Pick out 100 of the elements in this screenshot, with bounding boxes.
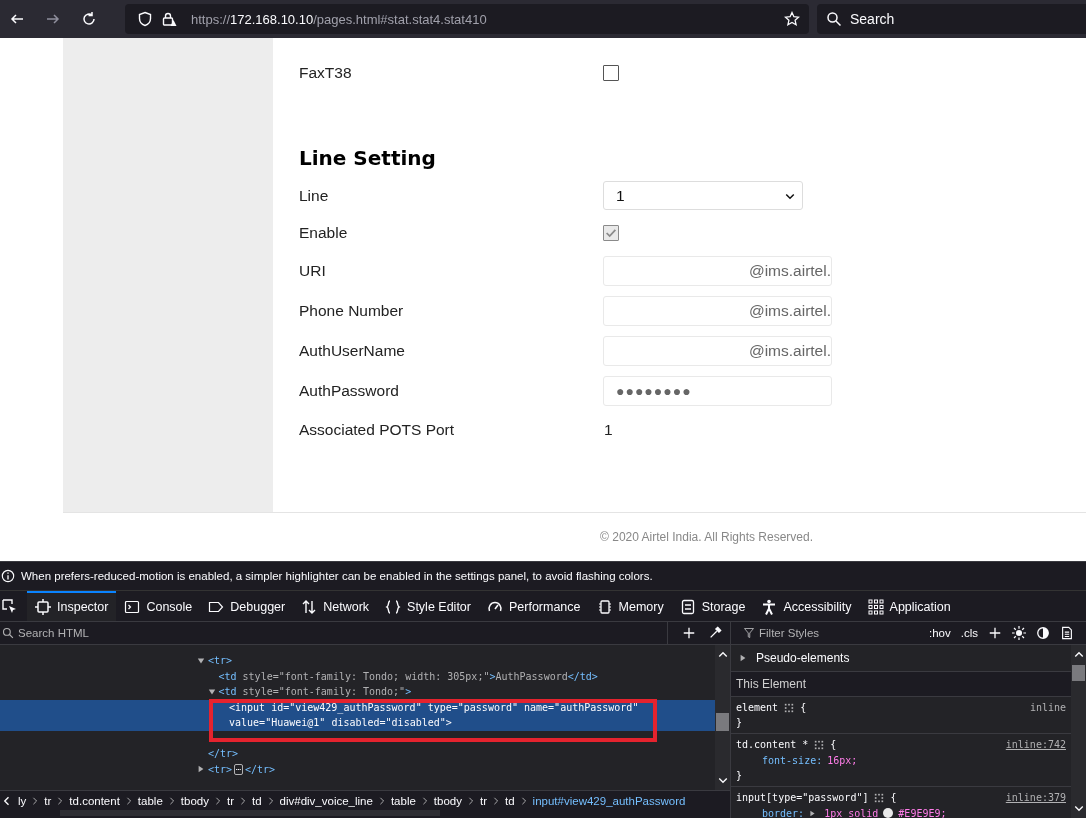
breadcrumb[interactable]: td [251,794,262,807]
separator-icon [213,795,222,806]
field-label: FaxT38 [299,64,353,82]
breadcrumb[interactable]: tr [226,794,234,807]
tag-icon [208,599,225,615]
section-toggle[interactable]: Pseudo-elements [756,651,850,665]
url-text[interactable]: 172.168.10.10 [230,11,314,27]
breadcrumb[interactable]: table [390,794,416,807]
sun-icon[interactable] [1012,626,1026,640]
scrollbar[interactable] [715,645,730,790]
url-text[interactable]: /pages.html#stat.stat4.stat410 [313,11,487,27]
breadcrumb[interactable]: ly [18,794,27,807]
search-field[interactable]: Search HTML [0,622,668,644]
add-node-icon[interactable] [682,626,696,640]
source-link[interactable]: inline:742 [1005,739,1066,750]
devtools-tab[interactable]: Style Editor [377,591,479,621]
grid-icon[interactable] [784,702,795,713]
field-label: AuthPassword [299,382,400,400]
devtools-tab[interactable]: Performance [478,591,589,621]
console-icon [124,599,141,615]
lock-warning-icon[interactable] [161,11,177,27]
expanded-arrow-icon[interactable] [207,687,216,696]
markup-line[interactable]: <td style="font-family: Tondo;"> [218,686,412,698]
separator-icon [492,795,500,806]
collapsed-badge[interactable]: ⋯ [234,763,243,775]
search-icon [826,11,842,27]
password-field[interactable]: ●●●●●●●● [603,376,832,406]
expand-arrow-icon[interactable] [809,809,817,817]
separator-icon [420,795,429,806]
document-icon[interactable] [1060,626,1074,640]
section-title: This Element [736,677,807,691]
breadcrumb[interactable]: tr [44,794,52,807]
markup-line[interactable]: <tr> [208,763,233,775]
chip-icon [596,599,613,615]
contrast-icon[interactable] [1036,626,1050,640]
filter-field[interactable]: Filter Styles [741,622,919,644]
text-field[interactable]: @ims.airtel. [603,296,832,326]
field-label: Enable [299,223,349,242]
devtools-tab[interactable]: Storage [671,591,754,621]
add-rule-icon[interactable] [988,626,1002,640]
checkbox[interactable] [603,65,619,81]
css-property: border: [762,807,805,818]
css-brace: } [736,770,743,781]
info-icon [1,569,15,583]
element-picker-icon[interactable] [1,598,17,614]
collapsed-arrow-icon[interactable] [739,654,747,662]
collapsed-arrow-icon[interactable] [197,765,205,774]
copyright-text: © 2020 Airtel India. All Rights Reserved. [600,530,813,544]
breadcrumb[interactable]: div#div_voice_line [279,794,373,807]
arrows-icon [301,599,318,615]
url-text[interactable]: https:// [191,11,231,27]
css-value: 1px solid [824,807,879,818]
expanded-arrow-icon[interactable] [197,656,205,665]
devtools-tab[interactable]: Network [293,591,378,621]
color-swatch[interactable] [883,808,894,818]
text-field[interactable]: @ims.airtel. [603,336,832,366]
separator-icon [167,795,176,806]
css-brace: { [890,792,897,803]
markup-line[interactable]: <td style="font-family: Tondo; width: 305px;">AuthPassword</td> [218,670,598,682]
grid-icon[interactable] [814,739,825,750]
source-link[interactable]: inline [1029,702,1066,713]
separator-icon [377,795,386,806]
reload-icon[interactable] [81,11,97,27]
breadcrumb[interactable]: tbody [433,794,462,807]
scroll-thumb[interactable] [716,713,729,731]
devtools-tab[interactable]: Application [859,591,959,621]
devtools-tab[interactable]: Memory [588,591,672,621]
breadcrumb[interactable]: input#view429_authPassword [532,794,686,807]
scrollbar[interactable] [1071,645,1086,818]
search-field[interactable]: Search [817,4,1086,34]
breadcrumb[interactable]: table [137,794,163,807]
breadcrumb[interactable]: tbody [180,794,209,807]
devtools-tab[interactable]: Accessibility [753,591,860,621]
grid-icon[interactable] [874,792,885,803]
scroll-thumb[interactable] [1072,665,1085,681]
text-field[interactable]: @ims.airtel. [603,256,832,286]
bookmark-star-icon[interactable] [784,11,800,27]
css-selector: element [736,702,779,713]
markup-line[interactable]: </tr> [208,748,239,760]
markup-line[interactable]: <tr> [208,655,233,667]
css-brace: } [736,717,743,728]
breadcrumb[interactable]: tr [480,794,487,807]
source-link[interactable]: inline:379 [1005,792,1066,803]
css-selector: input[type="password"] [736,792,869,803]
breadcrumb[interactable]: td [505,794,515,807]
storage-icon [679,599,696,615]
field-label: Line [299,186,330,205]
devtools-tab[interactable]: Console [116,591,201,621]
toggle-button[interactable]: .cls [960,627,978,639]
line-dropdown[interactable]: 1 [603,181,803,210]
devtools-tab[interactable]: Debugger [200,591,294,621]
devtools-tab[interactable]: Inspector [27,591,117,621]
markup-line[interactable]: </tr> [244,763,276,775]
filter-icon [743,627,755,639]
address-bar[interactable]: https://172.168.10.10/pages.html#stat.stat4.stat410 [125,4,809,34]
toggle-button[interactable]: :hov [929,627,951,639]
section-heading: Line Setting [299,146,437,170]
shield-icon[interactable] [137,11,153,27]
breadcrumb[interactable]: td.content [69,794,120,807]
separator-icon [124,795,133,806]
